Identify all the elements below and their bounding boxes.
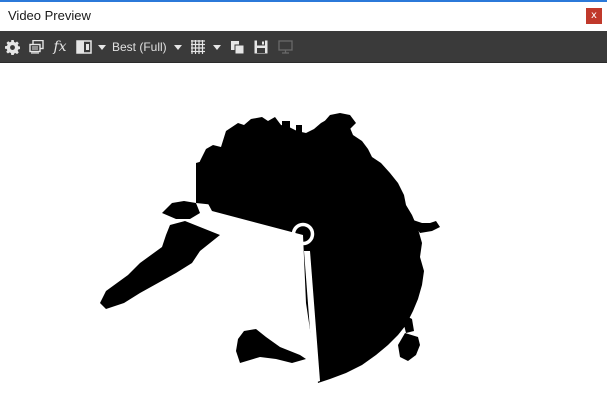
quality-dropdown[interactable]: Best (Full) (112, 31, 170, 63)
chevron-down-icon[interactable] (173, 31, 183, 63)
close-button[interactable]: x (586, 8, 602, 24)
video-preview-window: Video Preview x fx Best (Full) (0, 0, 607, 400)
overlays-icon[interactable] (27, 31, 45, 63)
window-title: Video Preview (8, 8, 91, 23)
copy-snapshot-icon[interactable] (228, 31, 246, 63)
planet-silhouette (100, 113, 440, 383)
save-snapshot-icon[interactable] (252, 31, 270, 63)
grid-icon[interactable] (189, 31, 207, 63)
chevron-down-icon[interactable] (97, 31, 107, 63)
quality-dropdown-label: Best (Full) (112, 40, 167, 54)
title-bar: Video Preview x (0, 2, 607, 31)
external-monitor-icon[interactable] (276, 31, 294, 63)
gear-icon[interactable] (3, 31, 21, 63)
preview-toolbar: fx Best (Full) (0, 31, 607, 63)
video-preview-canvas[interactable] (0, 63, 607, 400)
video-frame (100, 113, 440, 383)
split-screen-icon[interactable] (75, 31, 93, 63)
fx-icon[interactable]: fx (51, 31, 69, 63)
chevron-down-icon[interactable] (212, 31, 222, 63)
